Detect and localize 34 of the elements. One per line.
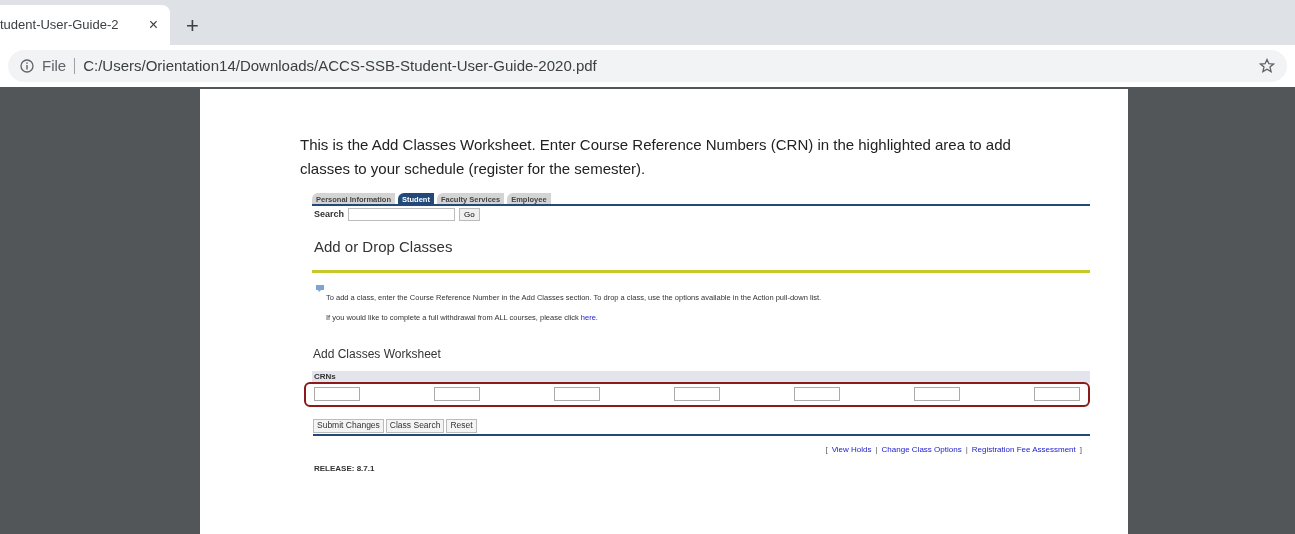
search-label: Search	[314, 208, 345, 221]
section-heading: Add Classes Worksheet	[313, 345, 442, 363]
separator-text: ]	[1079, 443, 1082, 456]
crn-field[interactable]	[674, 387, 720, 401]
address-bar[interactable]: File C:/Users/Orientation14/Downloads/ACCS-SSB-Student-User-Guide-2020.pdf	[8, 50, 1287, 82]
form-button[interactable]: Class Search	[385, 418, 445, 433]
close-icon[interactable]: ×	[148, 13, 158, 37]
crn-field[interactable]	[434, 387, 480, 401]
footer-link[interactable]: Registration Fee Assessment	[971, 443, 1076, 456]
form-button[interactable]: Submit Changes	[313, 418, 384, 433]
note-icon	[316, 285, 324, 292]
page-heading: Add or Drop Classes	[314, 236, 454, 257]
release-label: RELEASE: 8.7.1	[314, 462, 376, 475]
browser-tab[interactable]: tudent-User-Guide-2 ×	[0, 5, 170, 45]
separator-text: |	[965, 443, 968, 456]
separator-text: |	[875, 443, 878, 456]
url-text: C:/Users/Orientation14/Downloads/ACCS-SSB-Student-User-Guide-2020.pdf	[83, 55, 598, 76]
separator-text: [	[825, 443, 828, 456]
footer-link[interactable]: View Holds	[831, 443, 872, 456]
crn-field[interactable]	[554, 387, 600, 401]
search-field[interactable]	[348, 208, 456, 222]
new-tab-button[interactable]: +	[186, 15, 199, 37]
crn-field[interactable]	[1034, 387, 1080, 401]
crn-field[interactable]	[914, 387, 960, 401]
crns-label: CRNs	[314, 370, 336, 383]
footer-link[interactable]: Change Class Options	[881, 443, 962, 456]
info-icon[interactable]	[20, 59, 34, 73]
go-button[interactable]: Go	[459, 208, 480, 222]
site-info-label: File	[42, 55, 67, 76]
crn-field[interactable]	[314, 387, 360, 401]
crn-field[interactable]	[794, 387, 840, 401]
intro-paragraph: This is the Add Classes Worksheet. Enter Course Reference Numbers (CRN) in the highlighted area to add classes to your schedule (register for the semester).	[300, 135, 1012, 179]
star-icon[interactable]	[1259, 58, 1275, 74]
form-button[interactable]: Reset	[446, 418, 477, 433]
